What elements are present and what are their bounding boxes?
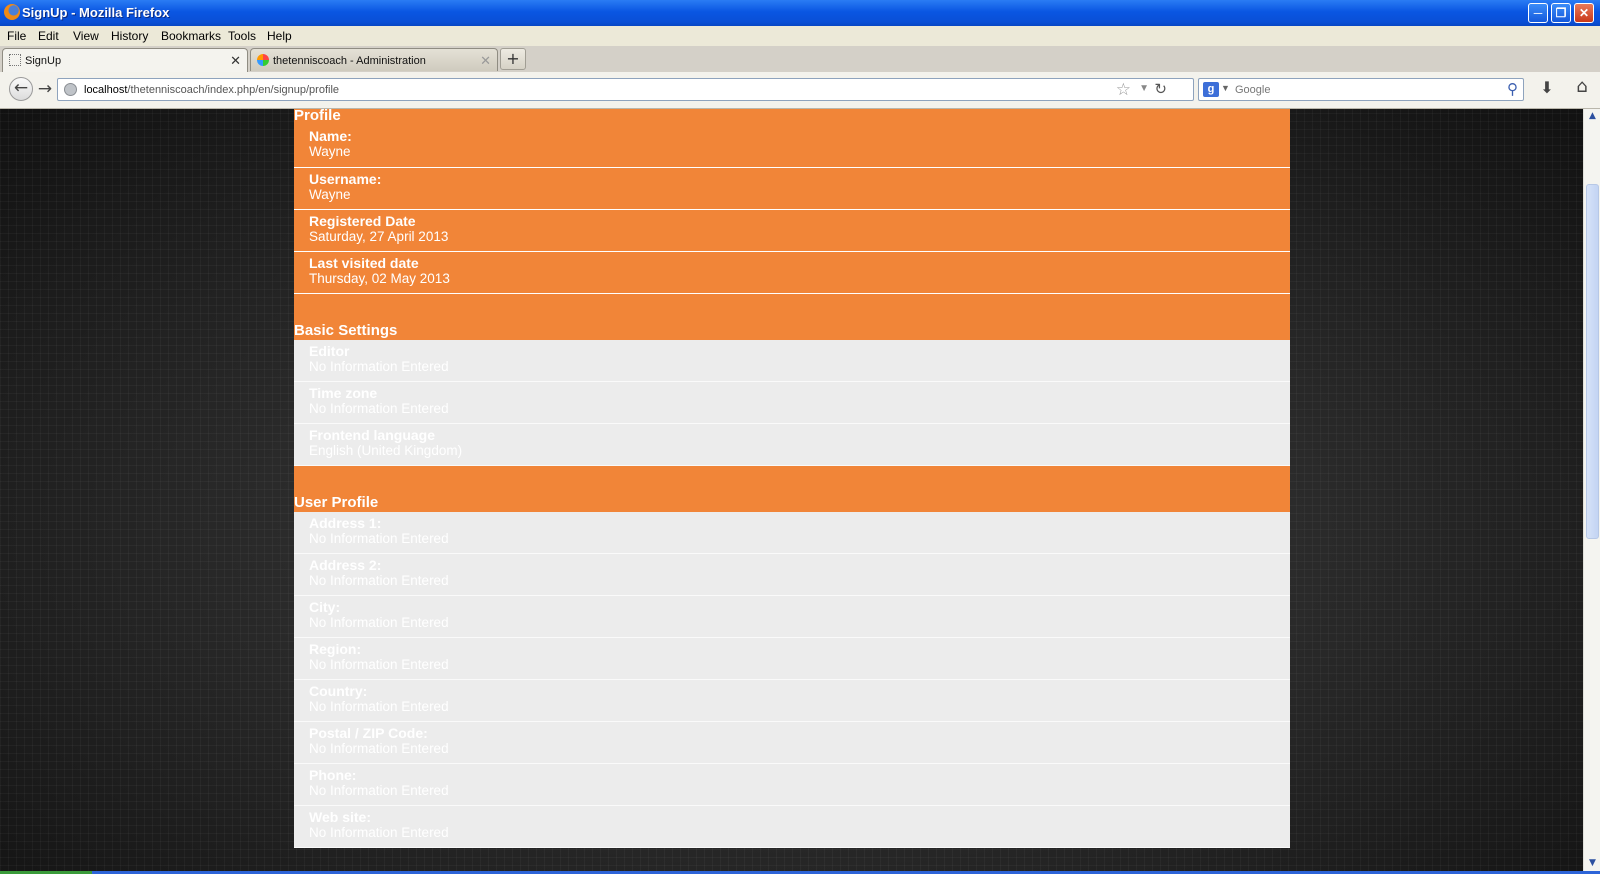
field-phone: Phone: No Information Entered [294, 764, 1290, 806]
field-label: Region: [309, 641, 362, 657]
field-label: Frontend language [309, 427, 435, 443]
reload-icon[interactable]: ↻ [1154, 80, 1167, 98]
vertical-scrollbar[interactable]: ▲ ▼ [1583, 109, 1600, 874]
new-tab-button[interactable]: + [500, 48, 526, 70]
menu-bar: File Edit View History Bookmarks Tools H… [0, 26, 1600, 46]
tab-label: SignUp [25, 55, 62, 67]
field-label: Time zone [309, 385, 378, 401]
downloads-icon[interactable]: ⬇ [1537, 78, 1557, 98]
field-label: Name: [309, 128, 352, 144]
minimize-button[interactable]: ─ [1528, 3, 1548, 23]
search-icon[interactable]: ⚲ [1507, 80, 1518, 98]
field-value: No Information Entered [309, 699, 449, 714]
field-label: Editor [309, 343, 350, 359]
tab-signup[interactable]: SignUp ✕ [2, 48, 248, 73]
field-country: Country: No Information Entered [294, 680, 1290, 722]
field-label: Registered Date [309, 213, 416, 229]
section-title: Basic Settings [294, 322, 398, 339]
menu-file[interactable]: File [7, 29, 26, 43]
field-label: Web site: [309, 809, 371, 825]
url-text: localhost/thetenniscoach/index.php/en/si… [84, 84, 339, 96]
url-host: localhost [84, 84, 128, 96]
section-header-profile: Profile [294, 109, 1290, 125]
restore-button[interactable]: ❐ [1551, 3, 1571, 23]
page-viewport: Profile Name: Wayne Username: Wayne Regi… [0, 109, 1583, 874]
field-value: No Information Entered [309, 401, 449, 416]
close-tab-icon[interactable]: ✕ [230, 53, 241, 69]
scroll-down-icon[interactable]: ▼ [1586, 858, 1599, 871]
field-value: Wayne [309, 187, 351, 202]
field-name: Name: Wayne [294, 125, 1290, 168]
field-value: No Information Entered [309, 531, 449, 546]
google-icon[interactable]: g [1203, 82, 1219, 97]
field-value: No Information Entered [309, 615, 449, 630]
search-placeholder: Google [1235, 84, 1271, 96]
field-label: Phone: [309, 767, 357, 783]
field-label: Postal / ZIP Code: [309, 725, 428, 741]
field-city: City: No Information Entered [294, 596, 1290, 638]
field-editor: Editor No Information Entered [294, 340, 1290, 382]
field-value: No Information Entered [309, 783, 449, 798]
field-region: Region: No Information Entered [294, 638, 1290, 680]
menu-tools[interactable]: Tools [228, 29, 256, 43]
scrollbar-thumb[interactable] [1586, 184, 1599, 539]
field-value: No Information Entered [309, 657, 449, 672]
field-label: Address 1: [309, 515, 382, 531]
close-tab-icon[interactable]: ✕ [480, 53, 491, 69]
joomla-icon [257, 54, 269, 66]
field-value: English (United Kingdom) [309, 443, 463, 458]
url-path: /thetenniscoach/index.php/en/signup/prof… [127, 84, 340, 96]
history-dropdown-icon[interactable]: ▼ [1139, 83, 1149, 94]
field-label: Last visited date [309, 255, 419, 271]
url-bar[interactable]: localhost/thetenniscoach/index.php/en/si… [57, 78, 1194, 101]
field-value: No Information Entered [309, 825, 449, 840]
site-identity-icon[interactable] [64, 83, 77, 96]
field-frontend-language: Frontend language English (United Kingdo… [294, 424, 1290, 466]
field-label: Username: [309, 171, 382, 187]
section-header-basic-settings: Basic Settings [294, 294, 1290, 340]
field-address-2: Address 2: No Information Entered [294, 554, 1290, 596]
engine-dropdown-icon[interactable]: ▼ [1221, 83, 1230, 93]
field-label: Country: [309, 683, 368, 699]
window-title: SignUp - Mozilla Firefox [22, 5, 170, 20]
menu-view[interactable]: View [73, 29, 99, 43]
field-value: Saturday, 27 April 2013 [309, 229, 449, 244]
back-arrow-icon[interactable]: ← [9, 77, 33, 101]
field-value: Thursday, 02 May 2013 [309, 271, 450, 286]
menu-history[interactable]: History [111, 29, 148, 43]
field-registered-date: Registered Date Saturday, 27 April 2013 [294, 210, 1290, 252]
menu-edit[interactable]: Edit [38, 29, 59, 43]
menu-bookmarks[interactable]: Bookmarks [161, 29, 221, 43]
field-value: Wayne [309, 144, 351, 159]
forward-arrow-icon[interactable]: → [35, 79, 55, 99]
field-label: City: [309, 599, 341, 615]
field-address-1: Address 1: No Information Entered [294, 512, 1290, 554]
field-time-zone: Time zone No Information Entered [294, 382, 1290, 424]
field-web-site: Web site: No Information Entered [294, 806, 1290, 848]
field-value: No Information Entered [309, 573, 449, 588]
tab-strip: SignUp ✕ thetenniscoach - Administration… [0, 46, 1600, 73]
field-username: Username: Wayne [294, 168, 1290, 210]
search-bar[interactable]: g ▼ Google ⚲ [1198, 78, 1524, 101]
firefox-icon [4, 4, 20, 20]
field-postal-code: Postal / ZIP Code: No Information Entere… [294, 722, 1290, 764]
profile-panel: Profile Name: Wayne Username: Wayne Regi… [294, 109, 1290, 848]
close-window-button[interactable]: ✕ [1574, 3, 1594, 23]
section-title: Profile [294, 109, 341, 124]
tab-label: thetenniscoach - Administration [273, 55, 426, 67]
field-last-visited-date: Last visited date Thursday, 02 May 2013 [294, 252, 1290, 294]
scroll-up-icon[interactable]: ▲ [1586, 111, 1599, 124]
field-value: No Information Entered [309, 359, 449, 374]
window-titlebar: SignUp - Mozilla Firefox ─ ❐ ✕ [0, 0, 1600, 26]
field-label: Address 2: [309, 557, 382, 573]
bookmark-star-icon[interactable]: ☆ [1116, 80, 1131, 100]
tab-administration[interactable]: thetenniscoach - Administration ✕ [250, 48, 498, 71]
home-icon[interactable]: ⌂ [1572, 77, 1592, 97]
menu-help[interactable]: Help [267, 29, 292, 43]
section-title: User Profile [294, 494, 379, 511]
section-header-user-profile: User Profile [294, 466, 1290, 512]
page-icon [9, 54, 21, 66]
field-value: No Information Entered [309, 741, 449, 756]
navigation-bar: ← → localhost/thetenniscoach/index.php/e… [0, 72, 1600, 109]
